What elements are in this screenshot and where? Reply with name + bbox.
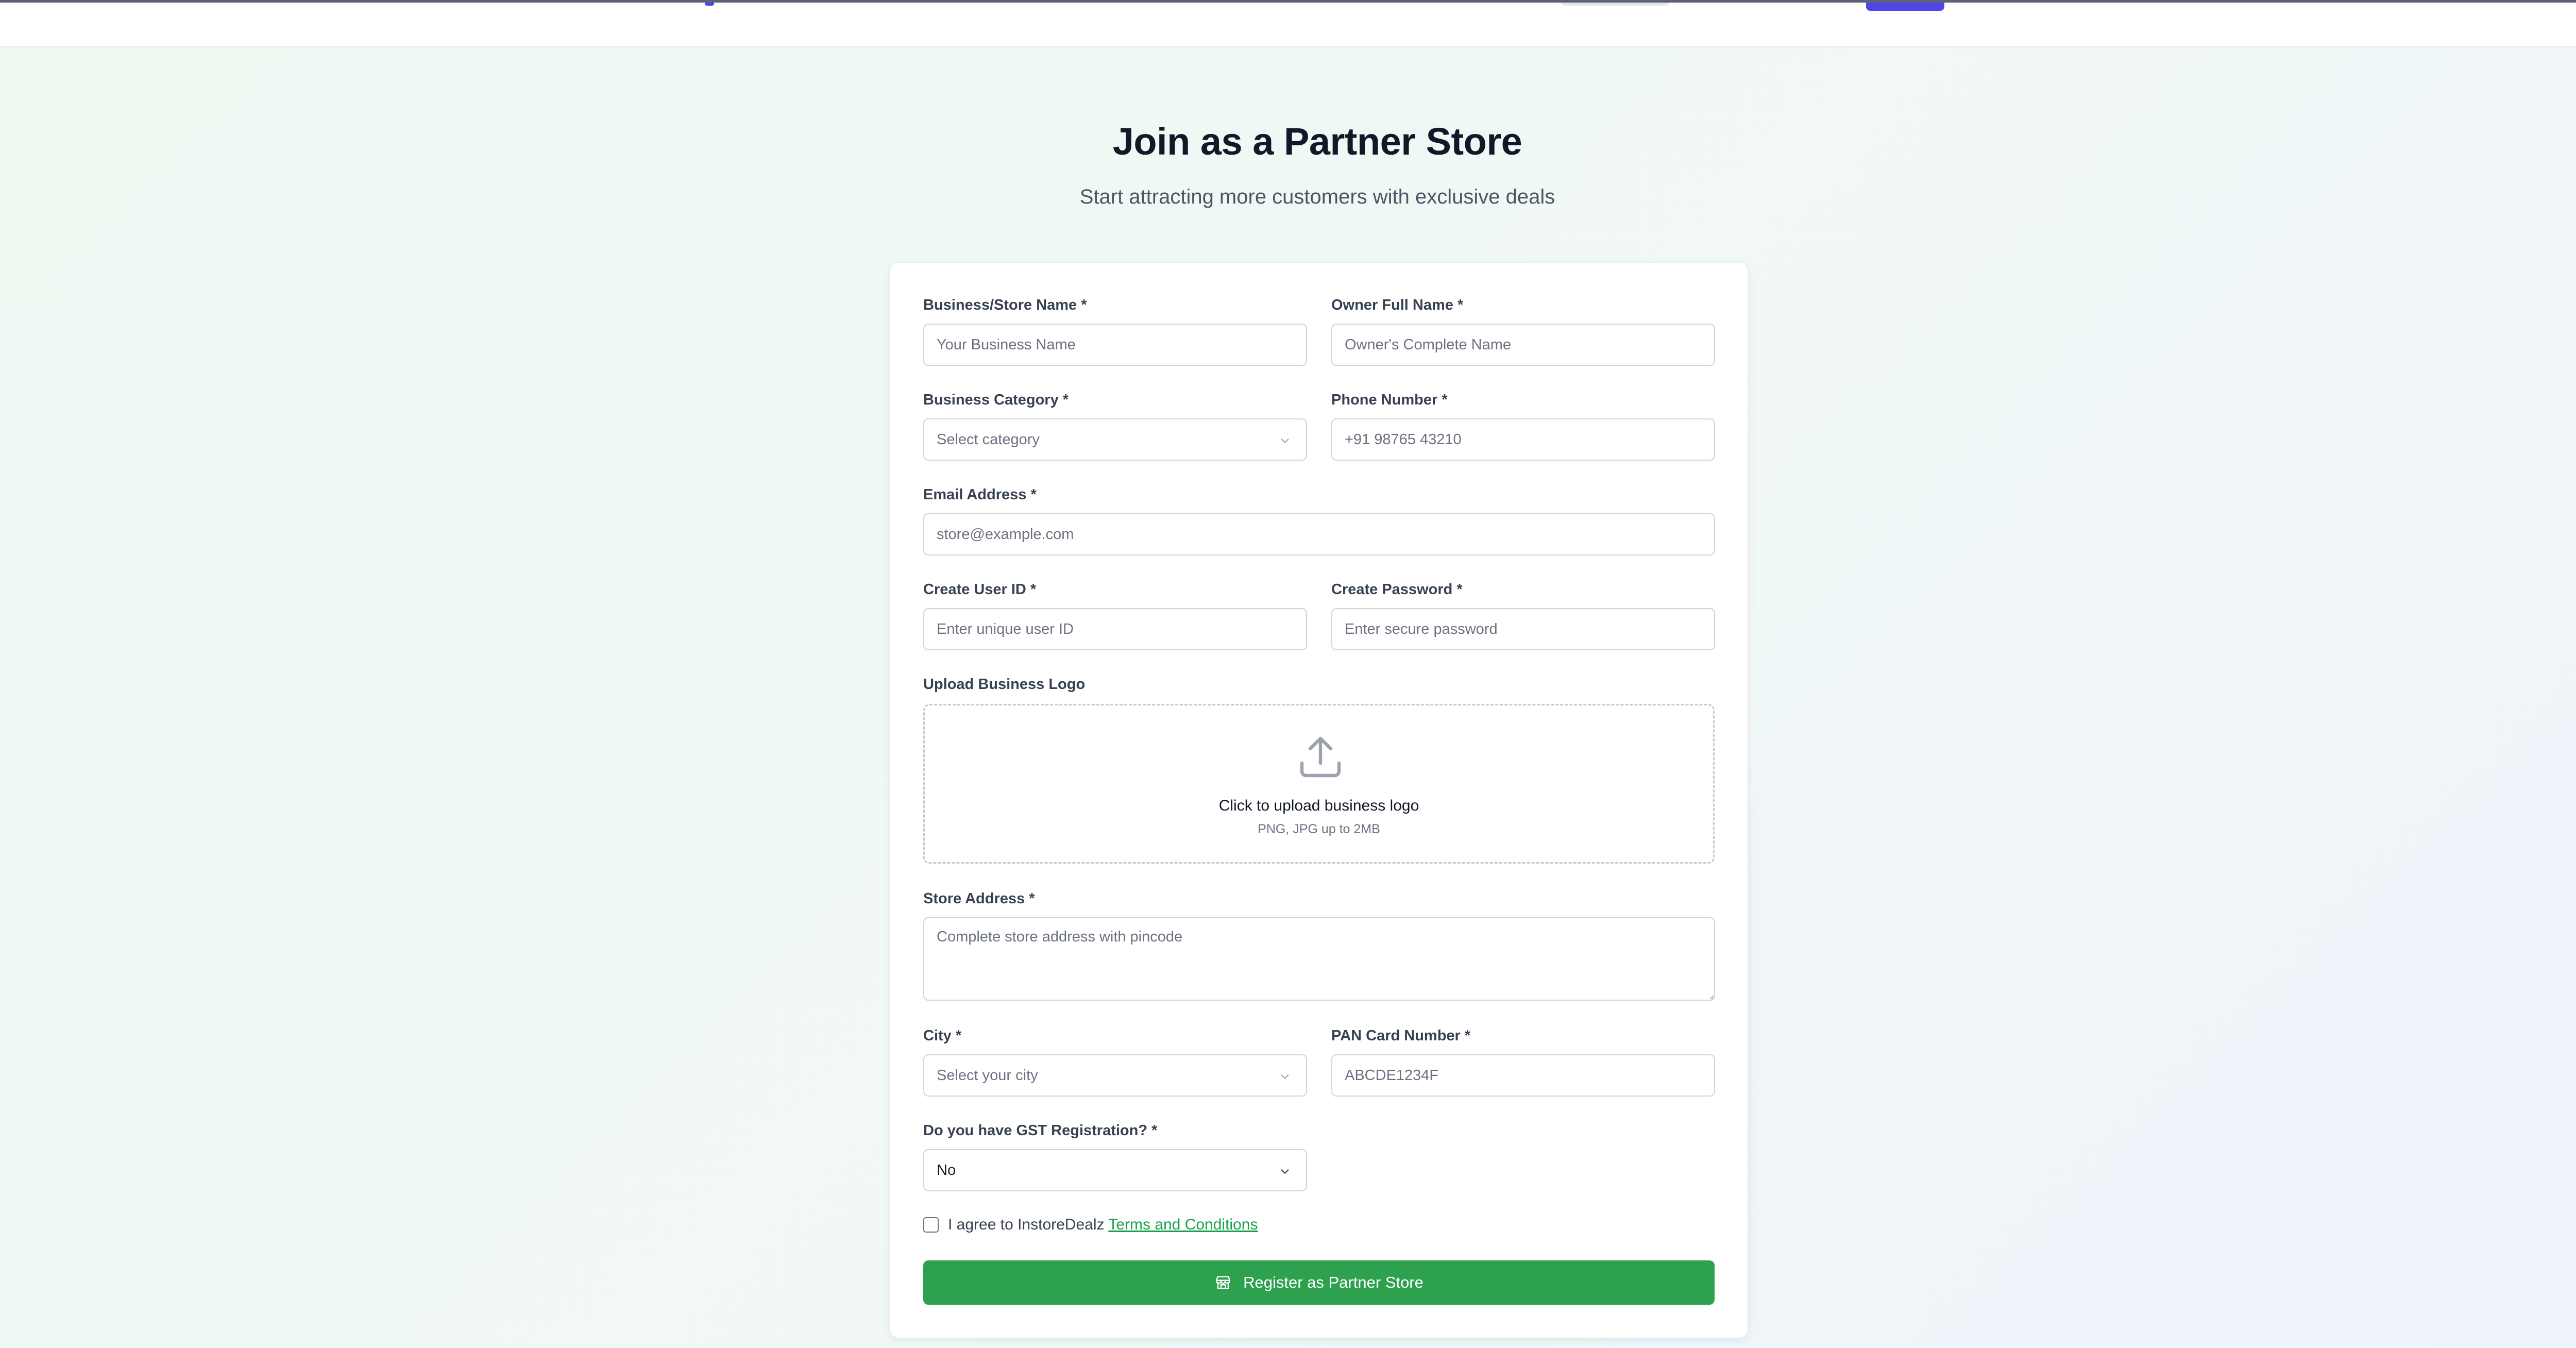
page-subtitle: Start attracting more customers with exc… [1079, 186, 1555, 208]
upload-title: Click to upload business logo [1218, 797, 1419, 814]
store-address-label: Store Address * [923, 890, 1035, 907]
city-label: City * [923, 1027, 962, 1044]
register-button-label: Register as Partner Store [1243, 1273, 1423, 1291]
terms-link[interactable]: Terms and Conditions [1108, 1216, 1258, 1233]
nav-active-indicator [705, 3, 714, 6]
phone-number-input[interactable] [1331, 418, 1715, 461]
phone-number-label: Phone Number * [1331, 392, 1448, 408]
pan-input[interactable] [1331, 1054, 1715, 1097]
owner-name-label: Owner Full Name * [1331, 297, 1464, 313]
gst-value: No [937, 1161, 956, 1178]
owner-name-input[interactable] [1331, 324, 1715, 366]
pan-label: PAN Card Number * [1331, 1027, 1471, 1044]
registration-form-card: Business/Store Name * Owner Full Name * … [890, 263, 1748, 1338]
city-select[interactable]: Select your city [923, 1054, 1307, 1097]
gst-select[interactable]: No [923, 1149, 1307, 1191]
logo-upload-dropzone[interactable]: Click to upload business logo PNG, JPG u… [923, 704, 1715, 864]
store-icon [1216, 1276, 1231, 1289]
business-name-input[interactable] [923, 324, 1307, 366]
page-title: Join as a Partner Store [1112, 120, 1522, 163]
business-category-select[interactable]: Select category [923, 418, 1307, 461]
business-category-value: Select category [937, 431, 1040, 448]
upload-hint: PNG, JPG up to 2MB [1258, 822, 1380, 836]
email-label: Email Address * [923, 486, 1037, 503]
business-name-label: Business/Store Name * [923, 297, 1087, 313]
terms-text: I agree to InstoreDealz Terms and Condit… [948, 1216, 1258, 1234]
store-address-textarea[interactable] [923, 917, 1715, 1001]
gst-label: Do you have GST Registration? * [923, 1122, 1158, 1139]
register-button[interactable]: Register as Partner Store [923, 1260, 1715, 1305]
chevron-down-icon [1281, 1074, 1289, 1079]
chevron-down-icon [1281, 439, 1289, 443]
nav-item[interactable] [1561, 3, 1669, 6]
user-id-label: Create User ID * [923, 581, 1037, 598]
terms-checkbox[interactable] [923, 1217, 939, 1233]
nav-primary-button[interactable] [1866, 3, 1944, 11]
upload-icon [1300, 736, 1341, 778]
logo-upload-label: Upload Business Logo [923, 676, 1086, 693]
email-input[interactable] [923, 513, 1715, 555]
city-value: Select your city [937, 1067, 1038, 1084]
top-navigation-bar [0, 0, 2576, 46]
password-label: Create Password * [1331, 581, 1463, 598]
business-category-label: Business Category * [923, 392, 1069, 408]
user-id-input[interactable] [923, 608, 1307, 650]
terms-prefix: I agree to InstoreDealz [948, 1216, 1105, 1233]
password-input[interactable] [1331, 608, 1715, 650]
chevron-down-icon [1281, 1169, 1289, 1174]
